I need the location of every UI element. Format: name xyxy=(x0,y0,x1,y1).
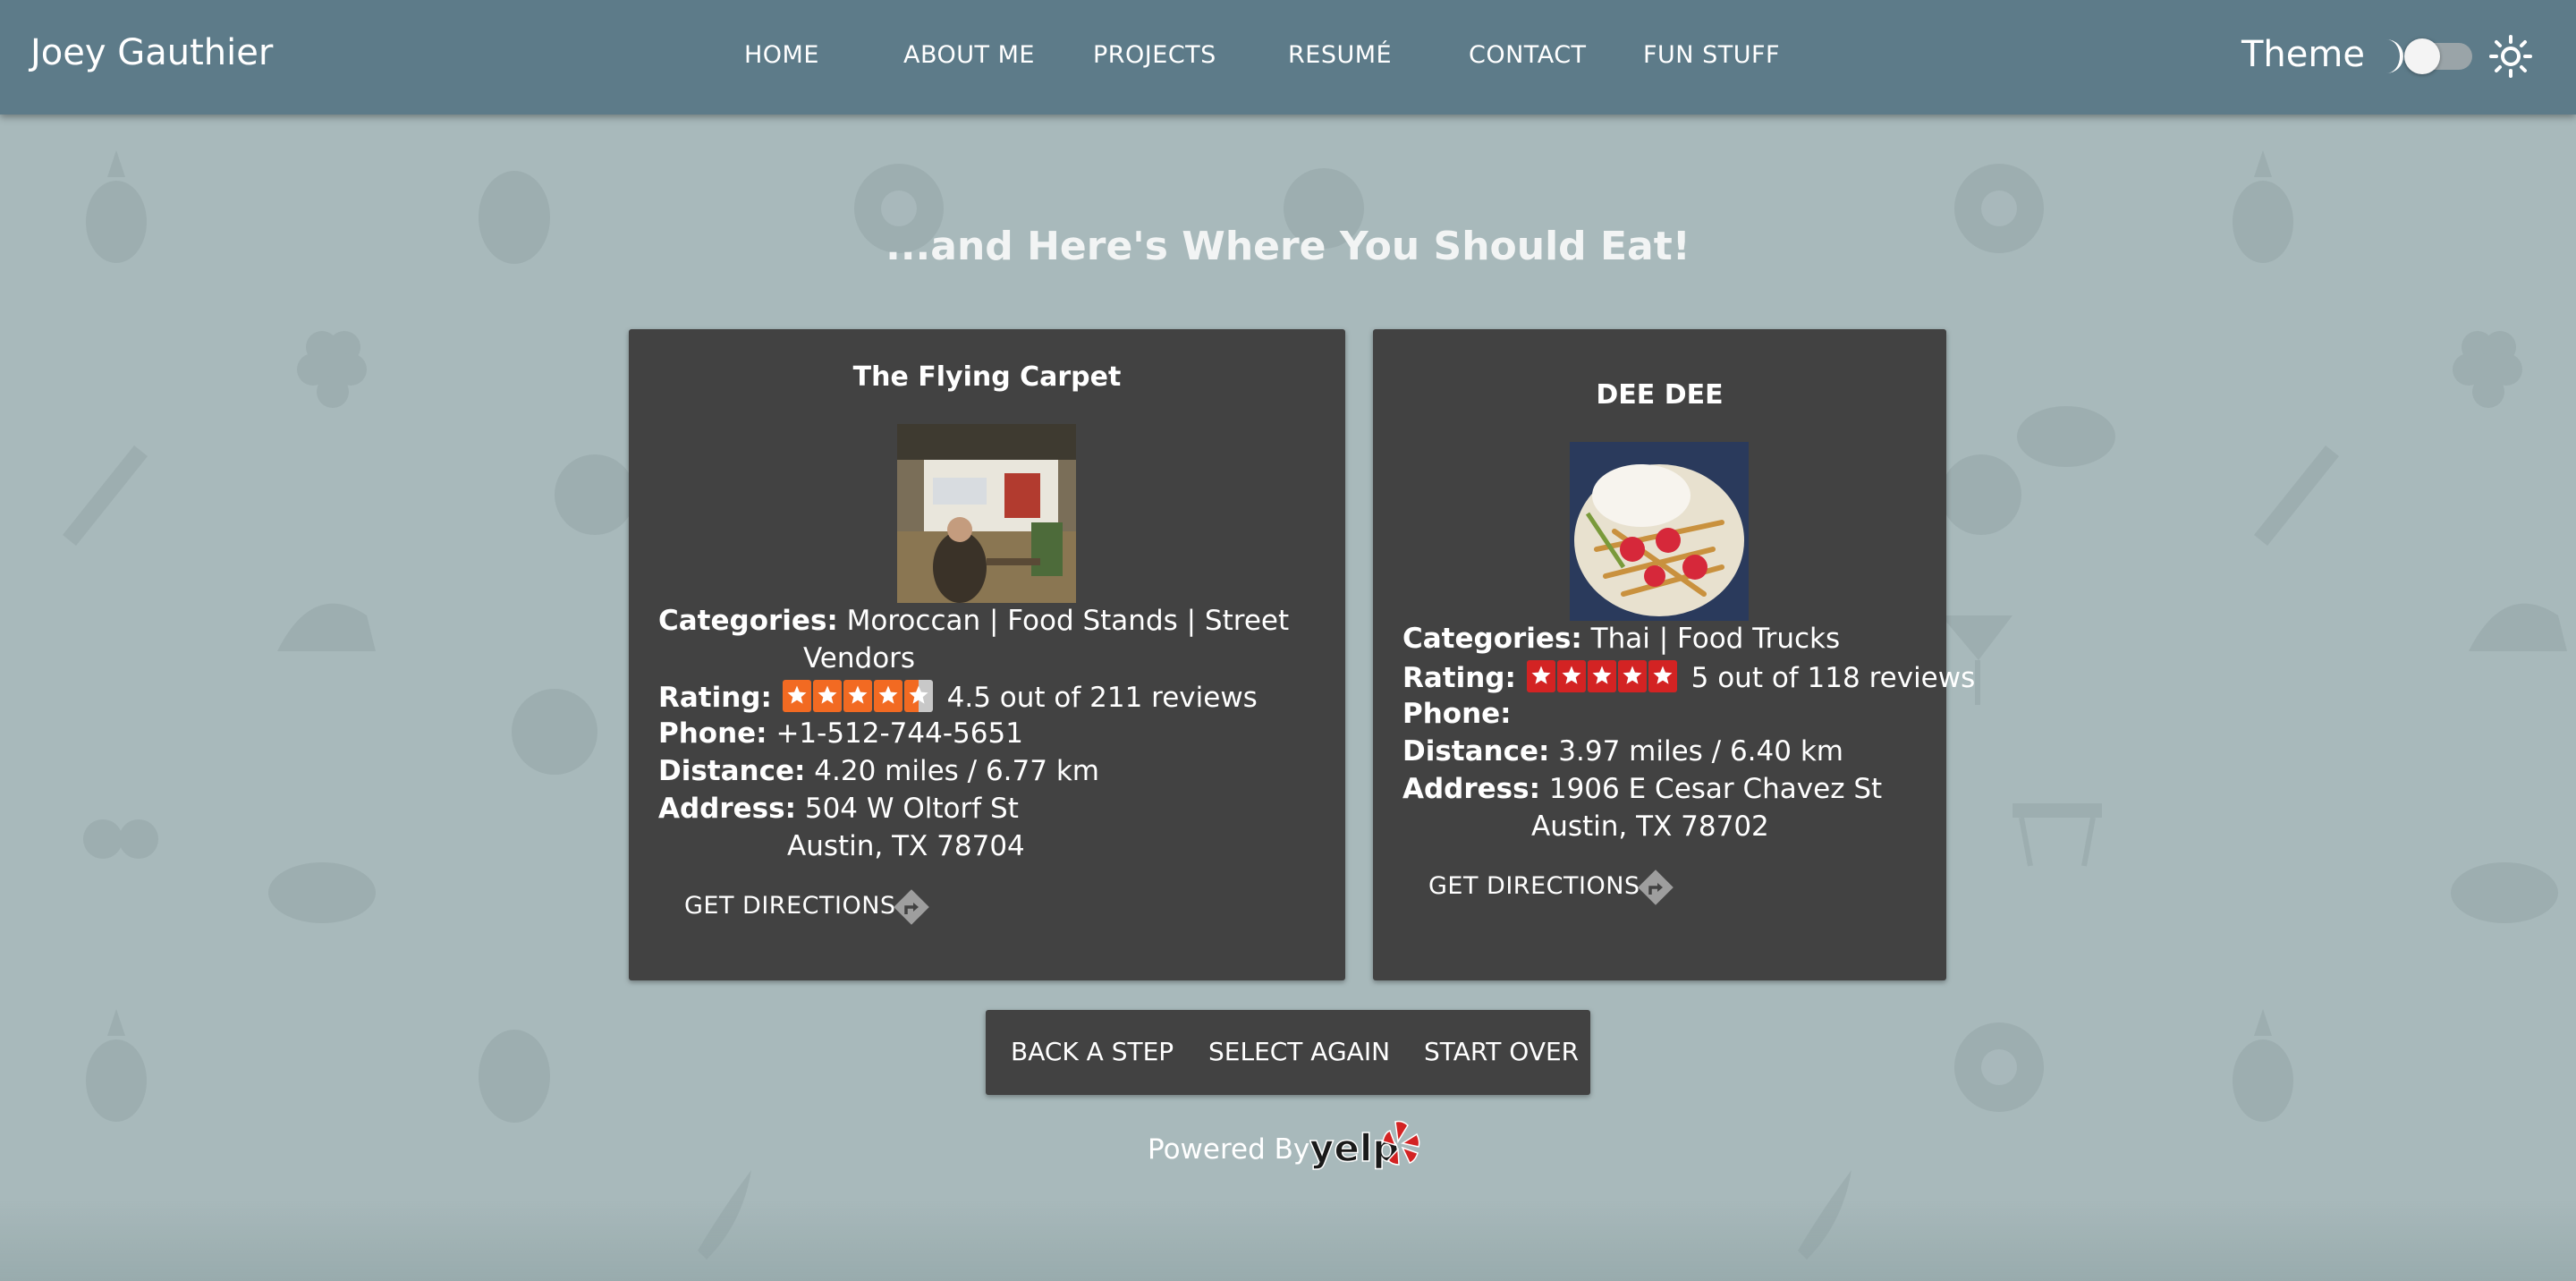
star-icon xyxy=(873,680,902,712)
star-icon xyxy=(1556,660,1586,692)
nav-projects[interactable]: PROJECTS xyxy=(1093,41,1216,69)
nav-about-me[interactable]: ABOUT ME xyxy=(903,41,1035,69)
rating-text: 5 out of 118 reviews xyxy=(1690,662,1976,694)
nav-contact[interactable]: CONTACT xyxy=(1469,41,1587,69)
distance-row: Distance: 4.20 miles / 6.77 km xyxy=(658,755,1099,787)
star-icon xyxy=(1617,660,1647,692)
address-line1: 1906 E Cesar Chavez St xyxy=(1548,773,1883,805)
restaurant-photo[interactable] xyxy=(897,424,1076,603)
powered-by-text: Powered By xyxy=(1148,1133,1310,1166)
restaurant-card: The Flying Carpet Categories: Moroccan |… xyxy=(629,329,1345,980)
yelp-logo[interactable]: yelp xyxy=(1309,1118,1426,1175)
brand-name[interactable]: Joey Gauthier xyxy=(30,32,273,73)
restaurant-name: DEE DEE xyxy=(1596,379,1724,411)
rating-row: Rating: 5 out of 118 reviews xyxy=(1402,660,1975,694)
toggle-knob xyxy=(2404,38,2440,74)
theme-toggle[interactable] xyxy=(2404,38,2472,74)
address-label: Address: xyxy=(1402,773,1540,805)
star-icon xyxy=(1526,660,1555,692)
directions-icon[interactable] xyxy=(1636,868,1675,907)
distance-label: Distance: xyxy=(658,755,806,787)
address-line1: 504 W Oltorf St xyxy=(804,793,1019,825)
theme-label: Theme xyxy=(2241,34,2365,75)
categories-label: Categories: xyxy=(658,605,838,637)
star-icon xyxy=(1648,660,1677,692)
rating-stars xyxy=(1526,660,1677,692)
rating-stars xyxy=(782,680,933,712)
distance-value: 3.97 miles / 6.40 km xyxy=(1558,735,1843,768)
star-icon xyxy=(782,680,811,712)
select-again-button[interactable]: SELECT AGAIN xyxy=(1208,1037,1390,1066)
address-row: Address: 504 W Oltorf St xyxy=(658,793,1019,825)
address-line2: Austin, TX 78702 xyxy=(1531,810,1769,843)
rating-text: 4.5 out of 211 reviews xyxy=(946,682,1258,714)
categories-value: Moroccan | Food Stands | Street xyxy=(846,605,1290,637)
back-a-step-button[interactable]: BACK A STEP xyxy=(1011,1037,1174,1066)
address-line2: Austin, TX 78704 xyxy=(787,830,1025,862)
bottom-shade xyxy=(0,1200,2576,1281)
directions-icon[interactable] xyxy=(892,887,931,927)
address-row-continued: Austin, TX 78704 xyxy=(787,830,1025,862)
get-directions-button[interactable]: GET DIRECTIONS xyxy=(684,892,896,920)
nav-home[interactable]: HOME xyxy=(744,41,819,69)
start-over-button[interactable]: START OVER xyxy=(1424,1037,1579,1066)
phone-value[interactable]: +1-512-744-5651 xyxy=(775,717,1023,750)
distance-value: 4.20 miles / 6.77 km xyxy=(814,755,1099,787)
star-icon xyxy=(843,680,872,712)
restaurant-name: The Flying Carpet xyxy=(852,361,1122,393)
nav-fun-stuff[interactable]: FUN STUFF xyxy=(1643,41,1780,69)
action-button-group: BACK A STEP SELECT AGAIN START OVER xyxy=(986,1010,1590,1095)
distance-label: Distance: xyxy=(1402,735,1550,768)
categories-label: Categories: xyxy=(1402,623,1582,655)
navbar: Joey Gauthier HOME ABOUT ME PROJECTS RES… xyxy=(0,0,2576,115)
phone-row: Phone: +1-512-744-5651 xyxy=(658,717,1023,750)
rating-label: Rating: xyxy=(1402,662,1516,694)
star-icon xyxy=(903,680,933,712)
address-row: Address: 1906 E Cesar Chavez St xyxy=(1402,773,1882,805)
restaurant-card: DEE DEE Categories: Thai | Food Trucks R… xyxy=(1373,329,1975,980)
sun-icon xyxy=(2489,35,2532,78)
address-label: Address: xyxy=(658,793,796,825)
phone-label: Phone: xyxy=(658,717,767,750)
restaurant-photo[interactable] xyxy=(1570,442,1749,621)
categories-row: Categories: Thai | Food Trucks xyxy=(1402,623,1840,655)
distance-row: Distance: 3.97 miles / 6.40 km xyxy=(1402,735,1843,768)
categories-row: Categories: Moroccan | Food Stands | Str… xyxy=(658,605,1289,637)
rating-row: Rating: 4.5 out of 211 reviews xyxy=(658,680,1258,714)
categories-row-continued: Vendors xyxy=(803,642,915,674)
nav-resume[interactable]: RESUMÉ xyxy=(1288,41,1392,69)
get-directions-button[interactable]: GET DIRECTIONS xyxy=(1428,872,1640,900)
star-icon xyxy=(1587,660,1616,692)
star-icon xyxy=(812,680,842,712)
categories-value: Thai | Food Trucks xyxy=(1590,623,1841,655)
phone-row: Phone: xyxy=(1402,698,1512,730)
page-title: ...and Here's Where You Should Eat! xyxy=(886,224,1690,269)
yelp-wordmark: yelp xyxy=(1309,1126,1399,1170)
phone-label: Phone: xyxy=(1402,698,1512,730)
rating-label: Rating: xyxy=(658,682,772,714)
categories-value-line2: Vendors xyxy=(803,642,916,674)
address-row-continued: Austin, TX 78702 xyxy=(1531,810,1769,843)
